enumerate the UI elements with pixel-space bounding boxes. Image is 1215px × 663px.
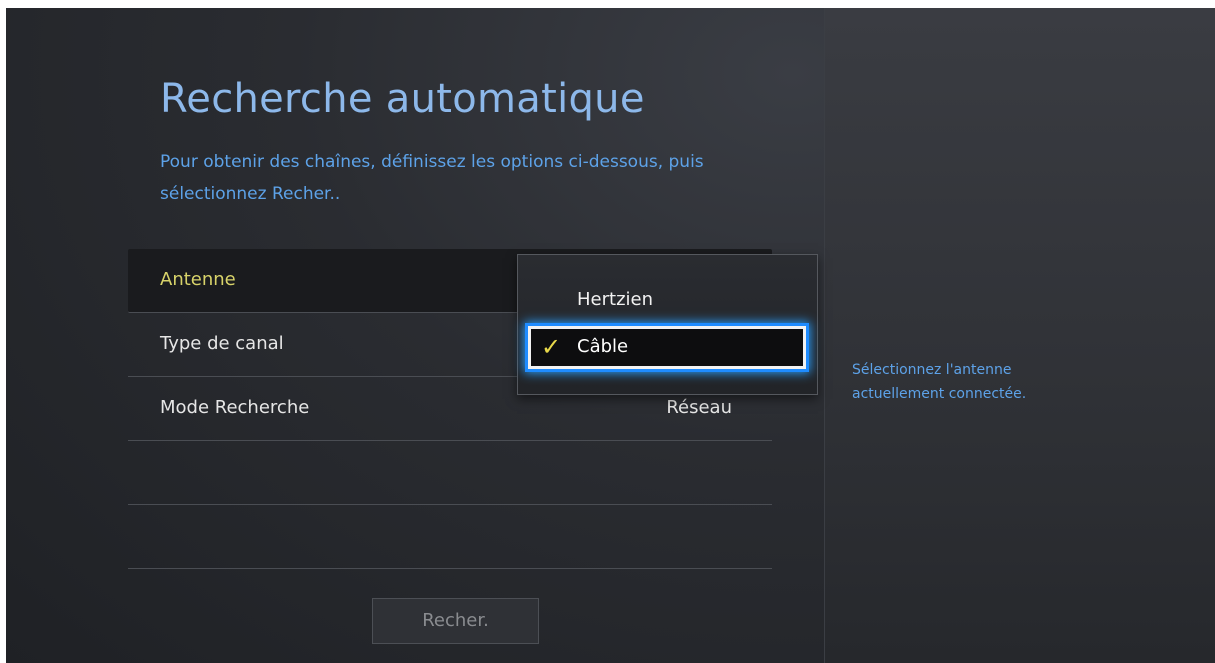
setting-label: Mode Recherche [160, 397, 310, 418]
page-title: Recherche automatique [160, 76, 645, 122]
tv-screen: Recherche automatique Pour obtenir des c… [6, 8, 1215, 663]
empty-row [128, 441, 772, 505]
dropdown-option-hertzien[interactable]: Hertzien [518, 281, 817, 321]
setting-label: Type de canal [160, 333, 284, 354]
dropdown-option-label: Hertzien [577, 289, 653, 310]
dropdown-option-cable[interactable]: ✓ Câble [528, 326, 806, 369]
search-button[interactable]: Recher. [372, 598, 539, 644]
checkmark-icon: ✓ [541, 333, 562, 361]
page-subtitle: Pour obtenir des chaînes, définissez les… [160, 152, 704, 204]
help-line: Sélectionnez l'antenne [852, 362, 1012, 378]
help-line: actuellement connectée. [852, 386, 1027, 402]
setting-label: Antenne [160, 269, 236, 290]
setting-value: Réseau [666, 397, 732, 418]
antenne-dropdown: Hertzien ✓ Câble [517, 254, 818, 395]
help-panel [824, 8, 1215, 663]
dropdown-option-label: Câble [577, 336, 629, 357]
help-text: Sélectionnez l'antenne actuellement conn… [852, 358, 1172, 406]
empty-row [128, 505, 772, 569]
